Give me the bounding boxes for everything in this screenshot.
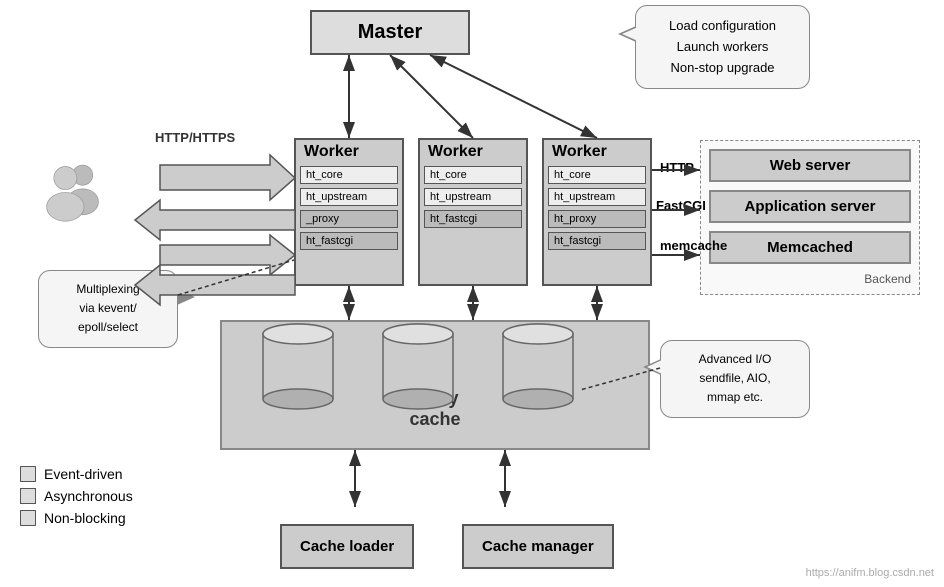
advanced-text: Advanced I/Osendfile, AIO,mmap etc. [699, 352, 772, 404]
multiplex-bubble: Multiplexingvia kevent/epoll/select [38, 270, 178, 348]
multiplex-text: Multiplexingvia kevent/epoll/select [76, 282, 139, 334]
diagram: Master Load configuration Launch workers… [0, 0, 944, 587]
advanced-bubble: Advanced I/Osendfile, AIO,mmap etc. [660, 340, 810, 418]
cylinder2 [378, 322, 458, 417]
master-bubble-line1: Load configuration [669, 18, 776, 33]
worker2-module-core: ht_core [424, 166, 522, 184]
webserver-box: Web server [709, 149, 911, 182]
legend-box-1 [20, 466, 36, 482]
worker1-title: Worker [296, 140, 402, 164]
people-icon [38, 155, 110, 236]
http-https-label: HTTP/HTTPS [155, 130, 235, 145]
worker1-module-upstream: ht_upstream [300, 188, 398, 206]
worker1-module-fastcgi: ht_fastcgi [300, 232, 398, 250]
worker3-module-upstream: ht_upstream [548, 188, 646, 206]
backend-label: Backend [709, 272, 911, 286]
worker2-box: Worker ht_core ht_upstream ht_fastcgi [418, 138, 528, 286]
worker3-box: Worker ht_core ht_upstream ht_proxy ht_f… [542, 138, 652, 286]
legend-box-2 [20, 488, 36, 504]
legend-item-1: Event-driven [20, 466, 133, 482]
legend-label-3: Non-blocking [44, 510, 126, 526]
memcache-label: memcache [660, 238, 727, 253]
worker1-module-core: ht_core [300, 166, 398, 184]
appserver-box: Application server [709, 190, 911, 223]
worker1-box: Worker ht_core ht_upstream _proxy ht_fas… [294, 138, 404, 286]
worker3-module-fastcgi: ht_fastcgi [548, 232, 646, 250]
cache-loader-box: Cache loader [280, 524, 414, 569]
master-box: Master [310, 10, 470, 55]
legend-label-1: Event-driven [44, 466, 123, 482]
cylinder1 [258, 322, 338, 417]
worker1-module-proxy: _proxy [300, 210, 398, 228]
master-bubble: Load configuration Launch workers Non-st… [635, 5, 810, 89]
master-bubble-line2: Launch workers [677, 39, 769, 54]
memcached-box: Memcached [709, 231, 911, 264]
worker3-module-core: ht_core [548, 166, 646, 184]
legend-box-3 [20, 510, 36, 526]
backend-area: Web server Application server Memcached … [700, 140, 920, 295]
master-label: Master [358, 21, 422, 44]
worker3-title: Worker [544, 140, 650, 164]
legend-item-3: Non-blocking [20, 510, 133, 526]
legend-label-2: Asynchronous [44, 488, 133, 504]
cache-manager-box: Cache manager [462, 524, 614, 569]
fastcgi-label: FastCGI [656, 198, 706, 213]
legend: Event-driven Asynchronous Non-blocking [20, 466, 133, 532]
master-bubble-line3: Non-stop upgrade [670, 60, 774, 75]
watermark: https://anifm.blog.csdn.net [806, 567, 934, 579]
http-right-label: HTTP [660, 160, 694, 175]
worker2-module-fastcgi: ht_fastcgi [424, 210, 522, 228]
legend-item-2: Asynchronous [20, 488, 133, 504]
cylinder3 [498, 322, 578, 417]
worker3-module-proxy: ht_proxy [548, 210, 646, 228]
worker2-module-upstream: ht_upstream [424, 188, 522, 206]
worker2-title: Worker [420, 140, 526, 164]
